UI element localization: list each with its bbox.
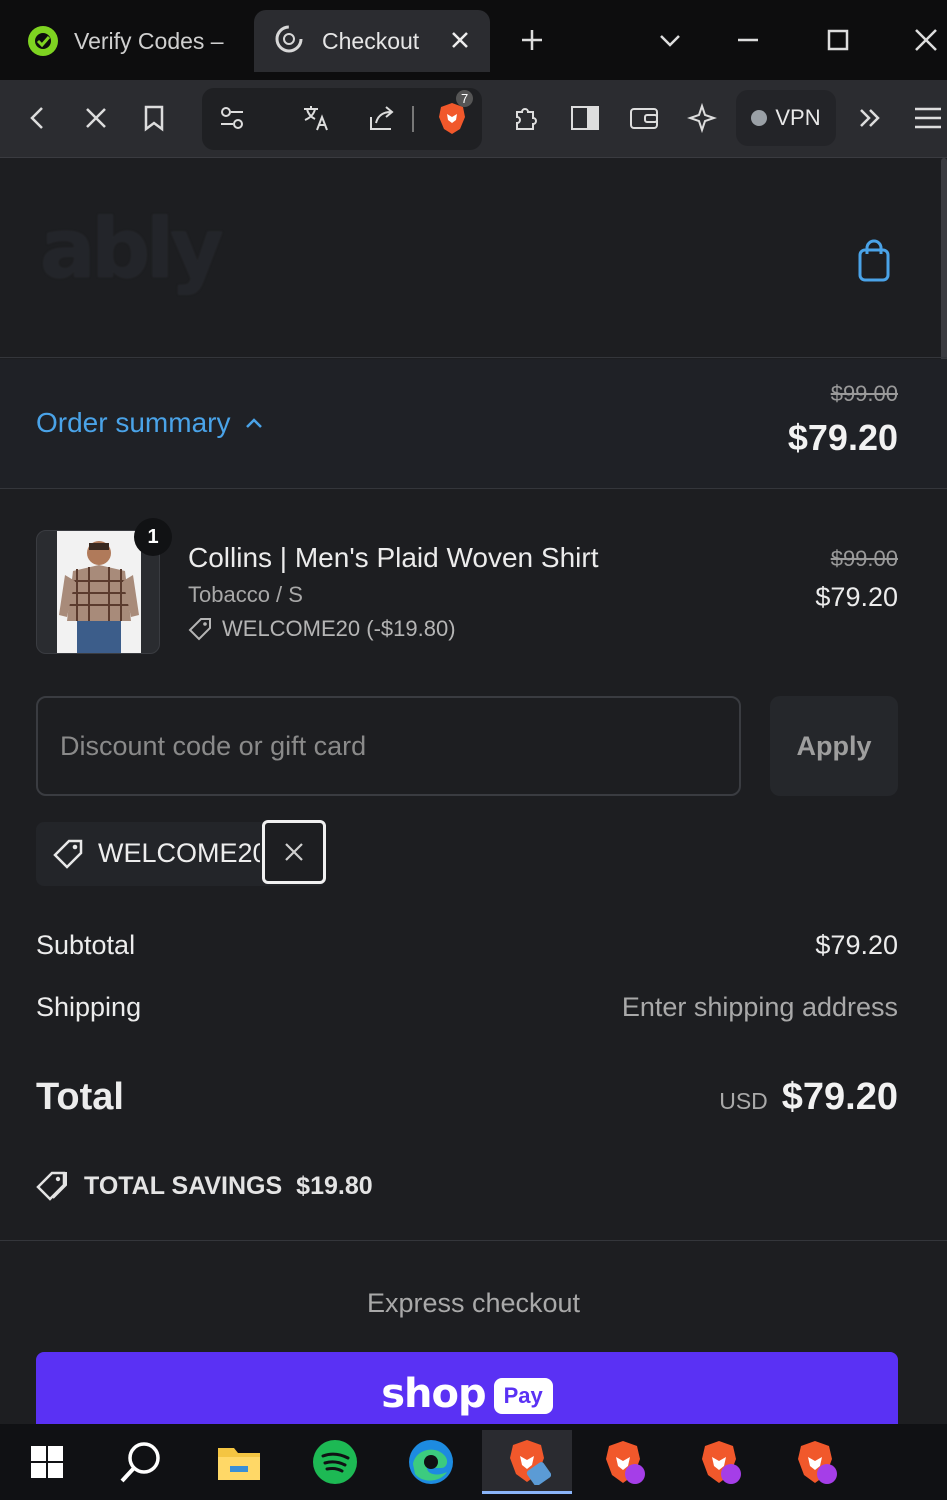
quantity-badge: 1	[134, 518, 172, 556]
summary-original-total: $99.00	[830, 381, 898, 406]
shop-pay-logo-text: shop	[381, 1371, 486, 1417]
vpn-label: VPN	[775, 105, 821, 130]
extensions-icon[interactable]	[504, 96, 548, 140]
brave-icon[interactable]	[770, 1430, 860, 1494]
line-item: 1 Collins | Men's Plaid Woven Shirt Toba…	[36, 518, 898, 656]
shop-pay-badge: Pay	[493, 1378, 553, 1414]
total-label: Total	[36, 1076, 124, 1118]
translate-icon[interactable]	[294, 96, 338, 140]
brave-icon[interactable]	[578, 1430, 668, 1494]
chevron-up-icon	[244, 416, 264, 430]
vpn-status-icon	[751, 110, 768, 126]
order-summary-label: Order summary	[36, 407, 231, 438]
item-price: $79.20	[815, 582, 898, 612]
item-discount-label: WELCOME20 (-$19.80)	[222, 616, 456, 641]
verify-codes-icon	[26, 24, 60, 58]
brave-shields-icon[interactable]: 7	[430, 90, 474, 140]
applied-discount-chip: WELCOME20	[36, 820, 326, 886]
subtotal-value: $79.20	[815, 930, 898, 960]
tab-strip: Verify Codes – Checkout	[0, 0, 947, 80]
tab-verify-codes[interactable]: Verify Codes –	[20, 10, 240, 72]
subtotal-label: Subtotal	[36, 930, 136, 960]
site-settings-icon[interactable]	[210, 96, 254, 140]
applied-code-label: WELCOME20	[98, 838, 260, 868]
browser-toolbar: 7 VPN	[0, 80, 947, 158]
currency-code: USD	[719, 1088, 768, 1114]
bookmark-icon[interactable]	[132, 96, 176, 140]
tab-list-chevron-icon[interactable]	[648, 18, 692, 62]
windows-start-icon[interactable]	[2, 1430, 92, 1494]
spotify-icon[interactable]	[290, 1430, 380, 1494]
total-value: USD $79.20	[719, 1076, 898, 1119]
brave-icon[interactable]	[674, 1430, 764, 1494]
windows-taskbar	[0, 1424, 947, 1500]
product-variant: Tobacco / S	[188, 582, 303, 607]
shields-count-badge: 7	[456, 90, 474, 107]
checkout-page: ably Order summary $99.00 $79.20 1 Colli…	[0, 158, 947, 1424]
overflow-chevron-icon[interactable]	[848, 96, 892, 140]
shipping-label: Shipping	[36, 992, 142, 1022]
savings-value: $19.80	[296, 1171, 373, 1200]
savings-label: TOTAL SAVINGS	[84, 1171, 283, 1200]
minimize-button[interactable]	[726, 18, 770, 62]
file-explorer-icon[interactable]	[194, 1430, 284, 1494]
shopping-bag-icon[interactable]	[852, 236, 896, 284]
order-summary-toggle[interactable]: Order summary	[36, 407, 264, 439]
apply-button[interactable]: Apply	[770, 696, 898, 796]
search-icon[interactable]	[96, 1430, 186, 1494]
sidebar-icon[interactable]	[563, 96, 607, 140]
tab-title: Verify Codes –	[74, 27, 224, 54]
tag-icon	[52, 838, 84, 870]
loading-spinner-icon	[274, 24, 308, 58]
brave-icon[interactable]	[482, 1430, 572, 1494]
summary-total: $79.20	[787, 417, 898, 458]
separator	[412, 106, 414, 132]
discount-code-input[interactable]	[36, 696, 741, 796]
back-button[interactable]	[16, 96, 60, 140]
product-name: Collins | Men's Plaid Woven Shirt	[188, 542, 599, 573]
order-summary-bar: Order summary $99.00 $79.20	[0, 359, 947, 489]
site-header: ably	[0, 158, 947, 358]
wallet-icon[interactable]	[622, 96, 666, 140]
remove-discount-button[interactable]	[262, 820, 326, 884]
item-original-price: $99.00	[830, 546, 898, 571]
new-tab-button[interactable]	[510, 18, 554, 62]
edge-icon[interactable]	[386, 1430, 476, 1494]
shop-pay-button[interactable]: shop Pay	[36, 1352, 898, 1424]
maximize-button[interactable]	[816, 18, 860, 62]
total-amount: $79.20	[781, 1076, 898, 1118]
item-discount: WELCOME20 (-$19.80)	[188, 616, 456, 642]
savings-tag-icon	[36, 1170, 70, 1202]
stop-loading-button[interactable]	[74, 96, 118, 140]
leo-ai-icon[interactable]	[680, 96, 724, 140]
vpn-button[interactable]: VPN	[736, 90, 836, 146]
address-bar[interactable]: 7	[202, 88, 482, 150]
menu-icon[interactable]	[906, 96, 947, 140]
section-divider	[0, 1240, 947, 1241]
tag-icon	[188, 617, 212, 641]
tab-title: Checkout	[322, 27, 420, 54]
total-savings: TOTAL SAVINGS $19.80	[36, 1170, 373, 1202]
tab-checkout[interactable]: Checkout	[254, 10, 490, 72]
shipping-value: Enter shipping address	[621, 992, 898, 1022]
share-icon[interactable]	[360, 96, 404, 140]
store-logo[interactable]: ably	[40, 202, 224, 297]
express-checkout-title: Express checkout	[366, 1288, 581, 1318]
close-window-button[interactable]	[904, 18, 947, 62]
close-tab-icon[interactable]	[448, 28, 472, 52]
